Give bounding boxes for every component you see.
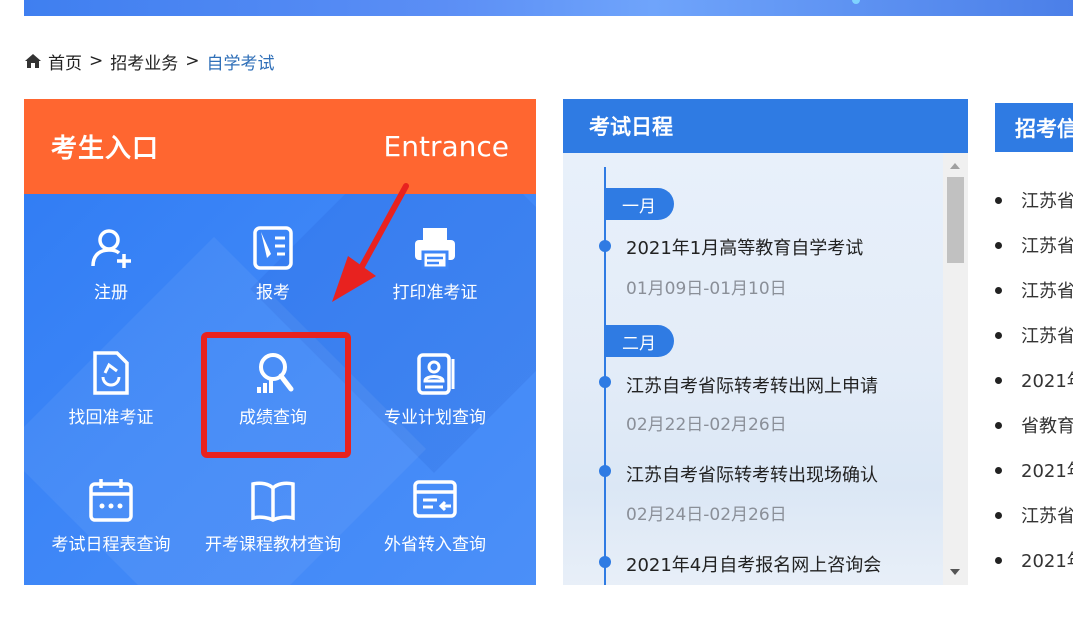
schedule-panel: 考试日程 一月 2021年1月高等教育自学考试 01月09日-01月10日 二月… — [563, 99, 968, 585]
info-item-text[interactable]: 江苏省 — [1021, 277, 1073, 303]
schedule-title: 考试日程 — [563, 99, 968, 153]
info-item-text[interactable]: 2021年 — [1021, 547, 1073, 573]
entrance-header: 考生入口 Entrance — [24, 99, 536, 194]
entrance-title: 考生入口 — [51, 134, 160, 164]
top-banner — [24, 0, 1073, 16]
info-list-item[interactable]: 江苏省 — [995, 187, 1073, 213]
scroll-down-arrow-icon[interactable] — [950, 569, 960, 575]
annotation-arrow — [332, 183, 409, 302]
bullet — [995, 331, 1002, 339]
event-date: 02月24日-02月26日 — [626, 505, 787, 525]
timeline-dot — [599, 465, 611, 477]
bullet — [995, 286, 1002, 294]
entrance-item-label: 开考课程教材查询 — [205, 535, 341, 555]
info-item-text[interactable]: 2021年 — [1021, 367, 1073, 393]
bullet — [995, 376, 1002, 384]
event-title[interactable]: 2021年1月高等教育自学考试 — [626, 234, 863, 260]
bullet — [995, 421, 1002, 429]
entrance-item-recover-ticket[interactable]: 找回准考证 — [30, 349, 192, 449]
annotation-highlight-box — [201, 332, 351, 458]
info-list-item[interactable]: 江苏省 — [995, 322, 1073, 348]
entrance-item-register[interactable]: 注册 — [30, 224, 192, 324]
calendar-icon — [89, 479, 133, 522]
entrance-item-major-plan[interactable]: 专业计划查询 — [354, 349, 516, 449]
bullet — [995, 196, 1002, 204]
info-item-text[interactable]: 省教育 — [1021, 412, 1073, 438]
info-list-item[interactable]: 2021年 — [995, 457, 1073, 483]
timeline-dot — [599, 556, 611, 568]
info-list-item[interactable]: 江苏省 — [995, 277, 1073, 303]
info-item-text[interactable]: 2021年 — [1021, 457, 1073, 483]
entrance-item-label: 考试日程表查询 — [51, 535, 171, 555]
info-item-text[interactable]: 江苏省 — [1021, 502, 1073, 528]
breadcrumb-separator: > — [185, 51, 200, 71]
info-item-text[interactable]: 江苏省 — [1021, 322, 1073, 348]
info-panel: 招考信 江苏省 江苏省 江苏省 江苏省 2021年 省教育 2021年 江苏省 … — [995, 103, 1073, 585]
bullet — [995, 466, 1002, 474]
event-title[interactable]: 2021年4月自考报名网上咨询会 — [626, 551, 881, 577]
entrance-item-label: 专业计划查询 — [384, 408, 486, 428]
info-item-text[interactable]: 江苏省 — [1021, 187, 1073, 213]
user-add-icon — [91, 229, 131, 268]
banner-dot — [852, 0, 860, 4]
event-title[interactable]: 江苏自考省际转考转出现场确认 — [626, 461, 878, 487]
id-card-icon — [417, 353, 455, 395]
info-list-item[interactable]: 2021年 — [995, 547, 1073, 573]
document-edit-icon — [253, 226, 293, 270]
home-icon[interactable] — [24, 52, 42, 70]
scrollbar[interactable] — [943, 153, 968, 585]
breadcrumb-home[interactable]: 首页 — [48, 49, 82, 74]
info-list-item[interactable]: 江苏省 — [995, 502, 1073, 528]
event-title[interactable]: 江苏自考省际转考转出网上申请 — [626, 372, 878, 398]
timeline-dot — [599, 376, 611, 388]
book-icon — [251, 481, 295, 522]
entrance-item-label: 外省转入查询 — [384, 535, 486, 555]
month-tag: 二月 — [604, 325, 674, 357]
breadcrumb-current[interactable]: 自学考试 — [207, 49, 275, 74]
bullet — [995, 511, 1002, 519]
scrollbar-thumb[interactable] — [947, 177, 964, 263]
entrance-item-label: 报考 — [256, 283, 290, 303]
bullet — [995, 241, 1002, 249]
entrance-item-course-books[interactable]: 开考课程教材查询 — [192, 476, 354, 576]
breadcrumb-separator: > — [89, 51, 104, 71]
bullet — [995, 556, 1002, 564]
info-title: 招考信 — [995, 103, 1073, 152]
info-list-item[interactable]: 2021年 — [995, 367, 1073, 393]
refresh-file-icon — [93, 351, 129, 395]
event-date: 02月22日-02月26日 — [626, 415, 787, 435]
event-date: 01月09日-01月10日 — [626, 279, 787, 299]
entrance-item-label: 注册 — [94, 283, 128, 303]
timeline-dot — [599, 240, 611, 252]
entrance-item-transfer-query[interactable]: 外省转入查询 — [354, 476, 516, 576]
month-tag: 一月 — [604, 188, 674, 220]
entrance-title-en: Entrance — [383, 130, 509, 163]
info-list-item[interactable]: 江苏省 — [995, 232, 1073, 258]
scroll-up-arrow-icon[interactable] — [950, 163, 960, 169]
info-item-text[interactable]: 江苏省 — [1021, 232, 1073, 258]
entrance-item-exam-schedule[interactable]: 考试日程表查询 — [30, 476, 192, 576]
transfer-card-icon — [413, 480, 457, 518]
entrance-item-label: 找回准考证 — [68, 408, 154, 428]
breadcrumb: 首页 > 招考业务 > 自学考试 — [24, 49, 275, 74]
breadcrumb-level2[interactable]: 招考业务 — [110, 49, 178, 74]
info-list-item[interactable]: 省教育 — [995, 412, 1073, 438]
